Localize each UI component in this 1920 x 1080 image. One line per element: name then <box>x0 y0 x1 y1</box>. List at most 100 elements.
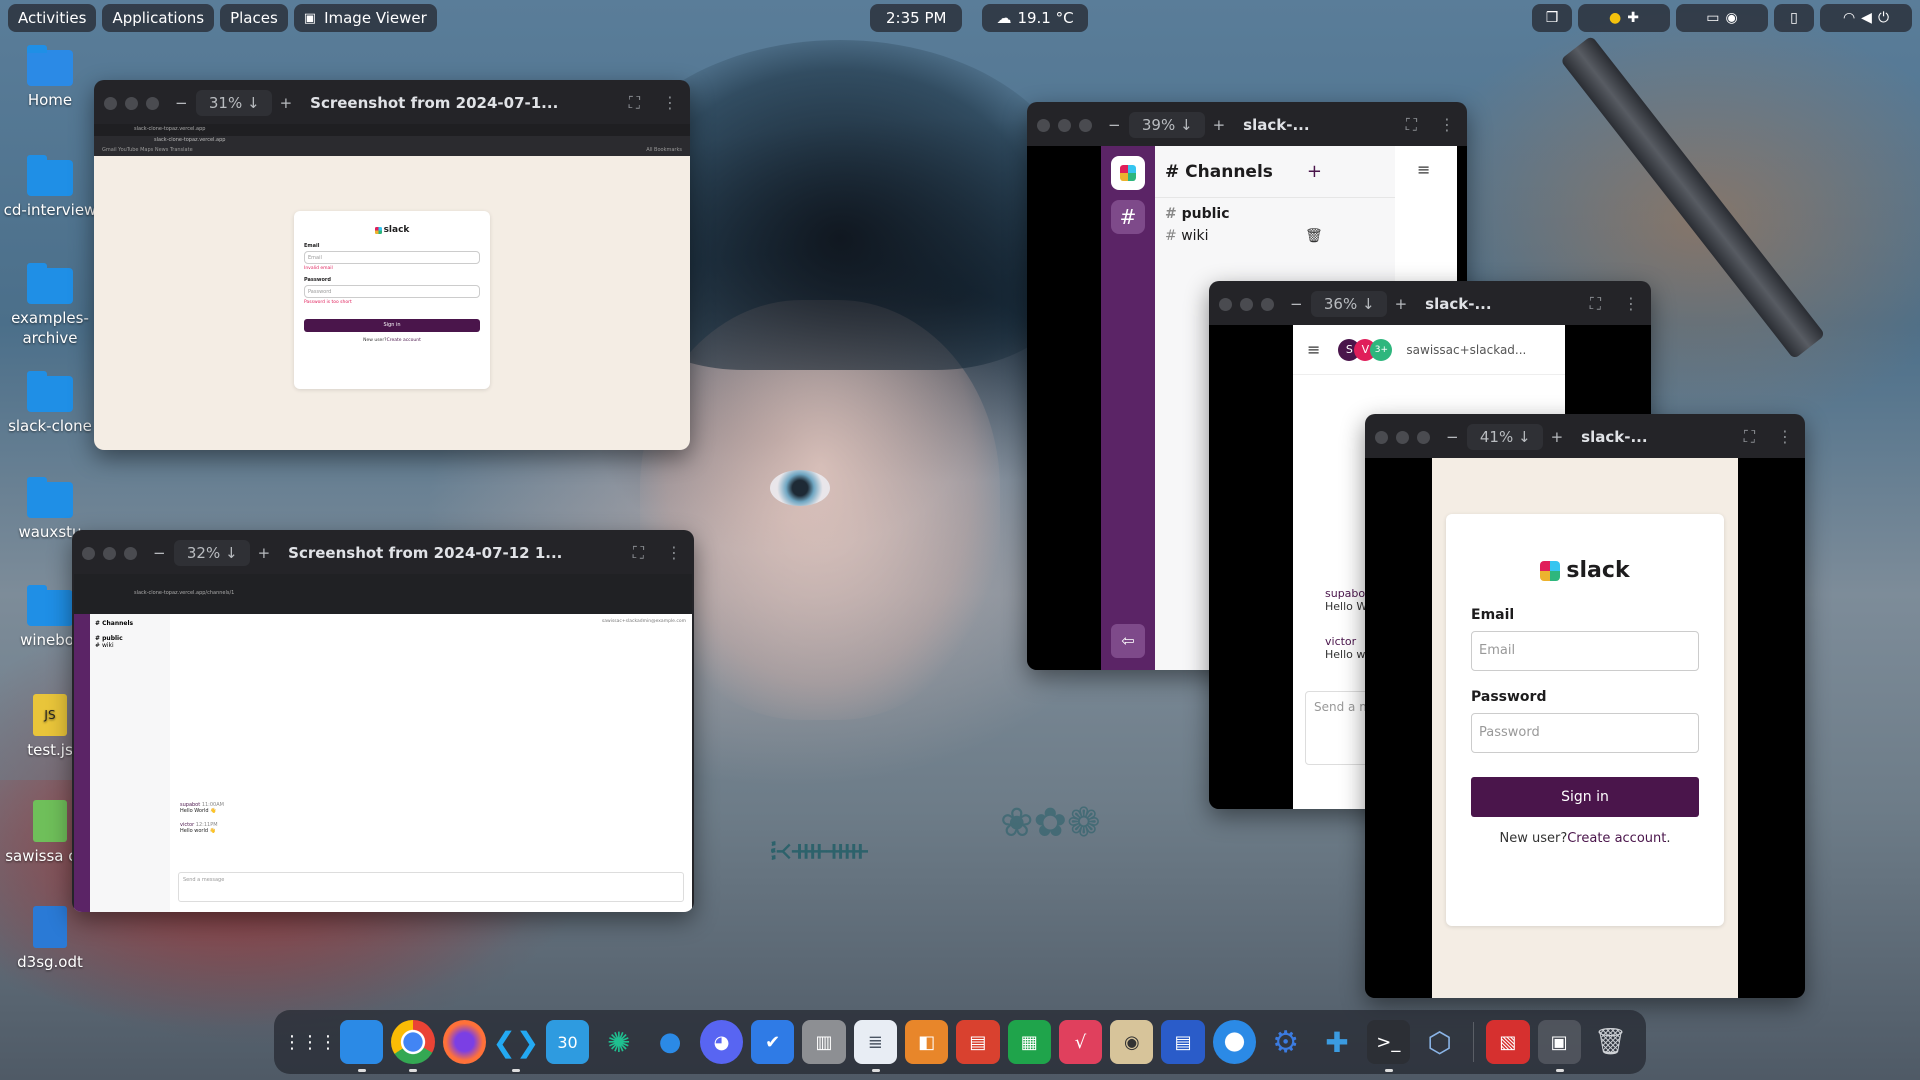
close-button[interactable] <box>1219 297 1232 311</box>
image-viewer-icon[interactable]: ▣ <box>1537 1020 1581 1072</box>
zoom-out-icon[interactable]: − <box>153 544 166 562</box>
calendar-icon[interactable]: 30 <box>545 1020 590 1064</box>
vscode-icon[interactable]: ❮❯ <box>492 1020 539 1072</box>
desktop-icon-examples-archive[interactable]: examples-archive <box>0 263 100 348</box>
trash-icon[interactable]: 🗑 <box>1589 1020 1632 1064</box>
zoom-out-icon[interactable]: − <box>1108 116 1121 134</box>
message-composer[interactable]: Send a message <box>178 872 684 902</box>
close-button[interactable] <box>82 546 95 560</box>
menu-icon[interactable]: ⋮ <box>1623 294 1639 314</box>
applications-menu[interactable]: Applications <box>102 4 215 32</box>
fullscreen-icon[interactable]: ⛶ <box>1406 115 1417 135</box>
impress-draw-icon[interactable]: ◧ <box>904 1020 949 1064</box>
terminal-icon[interactable]: >_ <box>1366 1020 1410 1072</box>
minimize-button[interactable] <box>103 546 116 560</box>
close-button[interactable] <box>1375 430 1388 444</box>
desktop-icon-slack-clone[interactable]: slack-clone <box>0 371 100 436</box>
menu-icon[interactable]: ⋮ <box>662 93 678 113</box>
zoom-level[interactable]: 32% ↓ <box>173 540 250 566</box>
text-editor-icon[interactable]: ≣ <box>853 1020 897 1072</box>
sign-in-button[interactable]: Sign in <box>1471 777 1699 817</box>
tray-group-system[interactable]: ▭ ◉ <box>1676 4 1768 32</box>
zoom-in-icon[interactable]: + <box>280 94 293 112</box>
menu-lines-icon[interactable]: ≡ <box>1307 340 1320 359</box>
extensions-icon[interactable]: ✚ <box>1315 1020 1358 1064</box>
zoom-in-icon[interactable]: + <box>1395 295 1408 313</box>
channel-item-wiki[interactable]: # wiki 🗑 <box>1155 222 1395 244</box>
fullscreen-icon[interactable]: ⛶ <box>629 93 640 113</box>
zoom-out-icon[interactable]: − <box>1446 428 1459 446</box>
menu-lines-icon[interactable]: ≡ <box>1417 160 1457 179</box>
speaker-icon[interactable]: ◉ <box>1110 1020 1154 1064</box>
fullscreen-icon[interactable]: ⛶ <box>1590 294 1601 314</box>
fullscreen-icon[interactable]: ⛶ <box>633 543 644 563</box>
clipboard-icon[interactable]: ❒ <box>1532 4 1572 32</box>
clock-button[interactable]: 2:35 PM <box>870 4 963 32</box>
maximize-button[interactable] <box>1417 430 1430 444</box>
places-menu[interactable]: Places <box>220 4 288 32</box>
sign-in-button[interactable]: Sign in <box>304 319 480 332</box>
math-icon[interactable]: √ <box>1058 1020 1103 1064</box>
zoom-level[interactable]: 41% ↓ <box>1466 424 1543 450</box>
zoom-in-icon[interactable]: + <box>1551 428 1564 446</box>
app-grid-icon[interactable]: ⋮⋮⋮ <box>283 1020 337 1064</box>
channel-item-public[interactable]: # public <box>1155 198 1395 222</box>
pdf-viewer-icon[interactable]: ▧ <box>1486 1020 1530 1064</box>
discord-icon[interactable]: ◕ <box>699 1020 744 1064</box>
email-field[interactable]: Email <box>304 251 480 264</box>
maximize-button[interactable] <box>1079 118 1092 132</box>
maximize-button[interactable] <box>124 546 137 560</box>
firefox-icon[interactable] <box>442 1020 486 1064</box>
zoom-out-icon[interactable]: − <box>1290 295 1303 313</box>
impress-icon[interactable]: ▤ <box>956 1020 1000 1064</box>
minimize-button[interactable] <box>1058 118 1071 132</box>
calc-icon[interactable]: ▦ <box>1007 1020 1051 1064</box>
slack-logo-icon[interactable] <box>1111 156 1145 190</box>
files-icon[interactable] <box>340 1020 384 1072</box>
minimize-button[interactable] <box>1396 430 1409 444</box>
book-icon[interactable]: ▥ <box>802 1020 846 1064</box>
menu-icon[interactable]: ⋮ <box>1439 115 1455 135</box>
add-channel-icon[interactable]: + <box>1307 161 1322 182</box>
system-status-menu[interactable]: ◠ ◀ ⏻ <box>1820 4 1912 32</box>
minimize-button[interactable] <box>125 96 138 110</box>
desktop-icon-home[interactable]: Home <box>0 45 100 110</box>
close-button[interactable] <box>1037 118 1050 132</box>
fullscreen-icon[interactable]: ⛶ <box>1744 427 1755 447</box>
create-account-link[interactable]: Create account <box>1567 831 1666 846</box>
menu-icon[interactable]: ⋮ <box>1777 427 1793 447</box>
channel-item-public[interactable]: # public <box>95 635 165 642</box>
desktop-icon-d3sg-odt[interactable]: d3sg.odt <box>0 906 100 972</box>
channel-item-wiki[interactable]: # wiki <box>95 642 165 649</box>
zoom-level[interactable]: 36% ↓ <box>1310 291 1387 317</box>
zoom-out-icon[interactable]: − <box>175 94 188 112</box>
disk-utility-icon[interactable]: ⬡ <box>1418 1020 1461 1064</box>
tray-group-apps[interactable]: ● ✚ <box>1578 4 1670 32</box>
menu-icon[interactable]: ⋮ <box>666 543 682 563</box>
email-field[interactable]: Email <box>1471 631 1699 671</box>
help-icon[interactable] <box>1212 1020 1257 1064</box>
hash-icon[interactable]: # <box>1111 200 1145 234</box>
zoom-in-icon[interactable]: + <box>1213 116 1226 134</box>
desktop-icon-cd-interview[interactable]: cd-interview <box>0 155 100 220</box>
delete-icon[interactable]: 🗑 <box>1305 228 1323 244</box>
weather-button[interactable]: ☁ 19.1 °C <box>982 4 1088 32</box>
tasks-icon[interactable]: ✔ <box>751 1020 795 1064</box>
settings-icon[interactable]: ⚙ <box>1264 1020 1307 1064</box>
password-field[interactable]: Password <box>1471 713 1699 753</box>
minimize-button[interactable] <box>1240 297 1253 311</box>
zoom-level[interactable]: 39% ↓ <box>1128 112 1205 138</box>
writer-icon[interactable]: ▤ <box>1161 1020 1205 1064</box>
password-field[interactable]: Password <box>304 285 480 298</box>
close-button[interactable] <box>104 96 117 110</box>
chat-icon[interactable]: ● <box>648 1020 691 1064</box>
create-account-link[interactable]: Create account <box>387 338 421 343</box>
app-indicator[interactable]: ▣ Image Viewer <box>293 4 437 32</box>
chrome-icon[interactable] <box>391 1020 435 1072</box>
aperture-icon[interactable]: ✺ <box>597 1020 640 1064</box>
activities-button[interactable]: Activities <box>8 4 97 32</box>
battery-icon[interactable]: ▯ <box>1774 4 1814 32</box>
zoom-level[interactable]: 31% ↓ <box>195 90 272 116</box>
maximize-button[interactable] <box>146 96 159 110</box>
zoom-in-icon[interactable]: + <box>258 544 271 562</box>
